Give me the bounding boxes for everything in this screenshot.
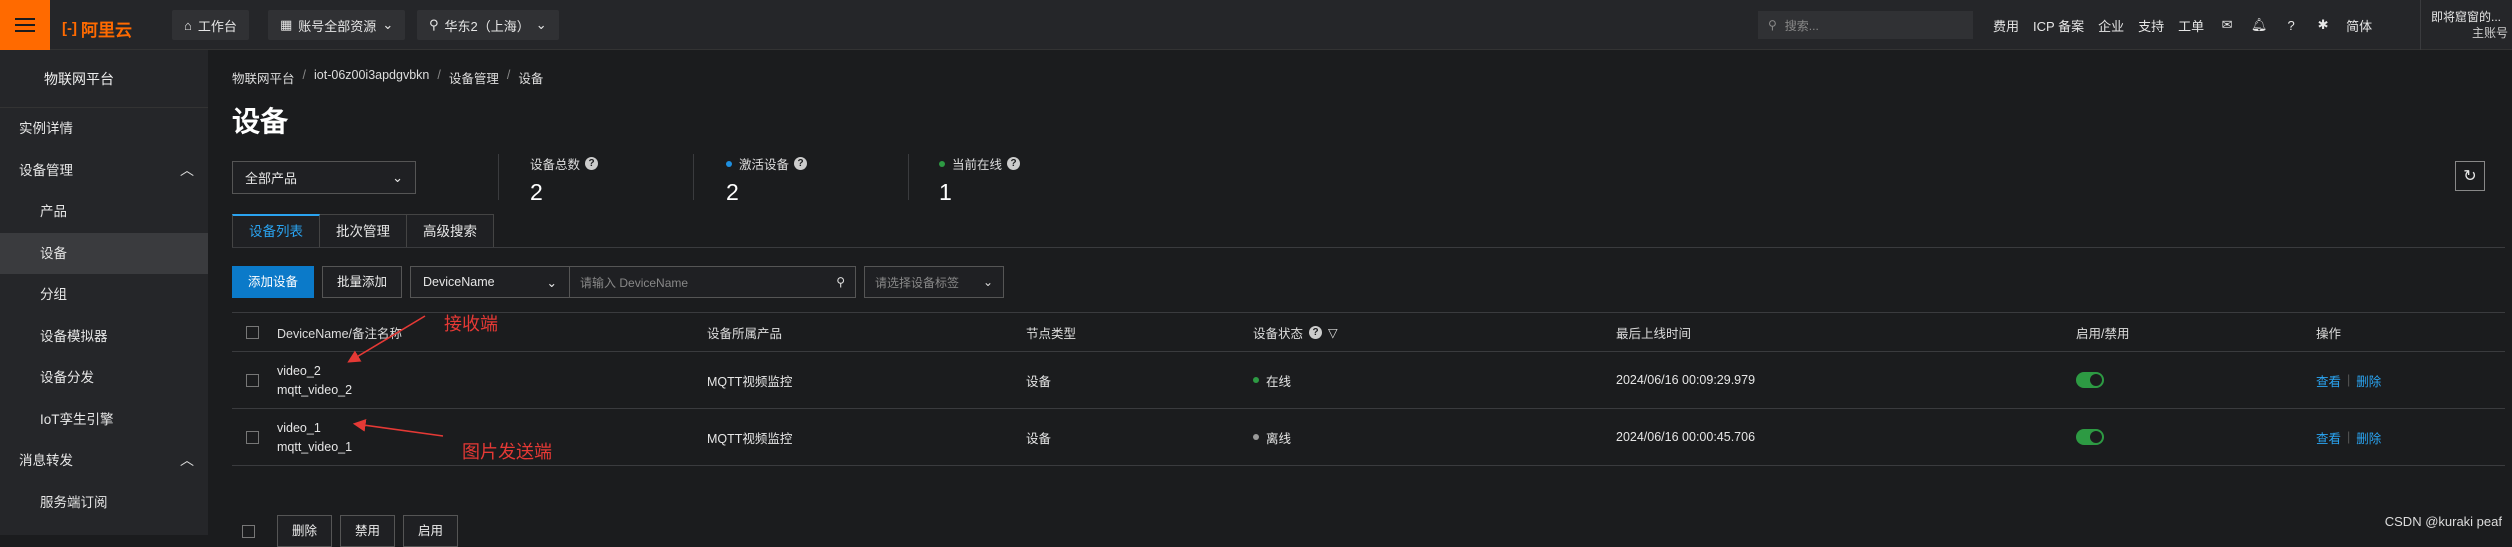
annotation-sender: 图片发送端 bbox=[462, 442, 552, 462]
arrow-sender bbox=[352, 418, 444, 437]
annotation-arrows bbox=[347, 315, 444, 437]
annotation-receiver: 接收端 bbox=[444, 314, 498, 334]
watermark: CSDN @kuraki peaf bbox=[2384, 514, 2502, 529]
arrow-receiver bbox=[347, 315, 426, 363]
